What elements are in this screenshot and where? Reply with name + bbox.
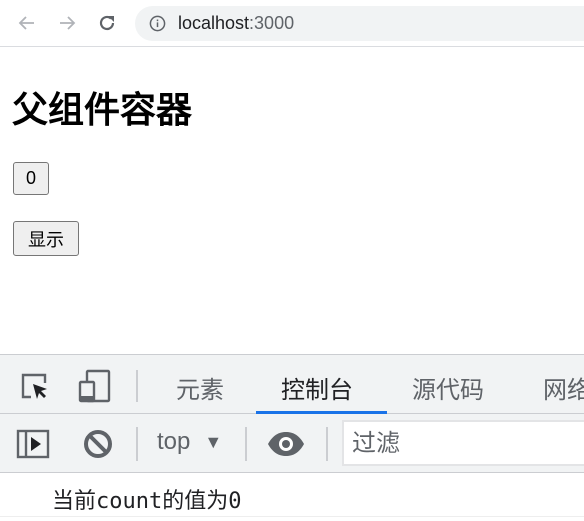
- url-port: :3000: [249, 13, 295, 33]
- sidebar-play-icon: [16, 429, 50, 459]
- block-icon: [84, 430, 112, 458]
- clear-console-button[interactable]: [80, 426, 116, 462]
- arrow-right-icon: [60, 16, 76, 30]
- filter-input[interactable]: [344, 422, 584, 464]
- tab-elements[interactable]: 元素: [176, 370, 224, 405]
- reload-button[interactable]: [94, 10, 120, 36]
- live-expression-button[interactable]: [266, 426, 306, 462]
- back-button[interactable]: [14, 10, 40, 36]
- context-value: top: [157, 428, 191, 455]
- console-toolbar: top ▼: [0, 414, 584, 473]
- reload-icon: [99, 15, 115, 31]
- count-button[interactable]: 0: [13, 162, 49, 195]
- tab-console[interactable]: 控制台: [281, 370, 353, 405]
- address-bar[interactable]: localhost:3000: [135, 6, 584, 41]
- divider: [136, 427, 138, 461]
- console-output: 当前count的值为0: [0, 474, 584, 521]
- devtools-panel: 元素 控制台 源代码 网络 top ▼ 当前count的值为0: [0, 354, 584, 521]
- divider: [136, 370, 138, 402]
- info-icon[interactable]: [149, 15, 166, 32]
- url-text: localhost:3000: [178, 13, 294, 34]
- context-selector[interactable]: top ▼: [157, 428, 222, 456]
- browser-toolbar: localhost:3000: [0, 0, 584, 47]
- tab-sources[interactable]: 源代码: [412, 370, 484, 405]
- console-divider: [0, 516, 584, 517]
- arrow-left-icon: [18, 16, 34, 30]
- devtools-tab-bar: 元素 控制台 源代码 网络: [0, 354, 584, 414]
- tab-network[interactable]: 网络: [543, 370, 584, 405]
- eye-icon: [268, 432, 304, 456]
- divider: [326, 427, 328, 461]
- divider: [245, 427, 247, 461]
- device-icon: [78, 369, 111, 403]
- page-heading: 父组件容器: [12, 90, 193, 131]
- url-host: localhost: [178, 13, 250, 33]
- show-sidebar-button[interactable]: [15, 426, 51, 462]
- inspect-element-button[interactable]: [18, 369, 52, 403]
- forward-button[interactable]: [54, 10, 80, 36]
- filter-field[interactable]: [342, 420, 584, 466]
- inspect-cursor-icon: [21, 373, 47, 399]
- dropdown-triangle-icon: ▼: [204, 431, 223, 452]
- console-message: 当前count的值为0: [52, 489, 242, 514]
- show-button[interactable]: 显示: [13, 221, 79, 256]
- page-content: 父组件容器 0 显示: [0, 48, 584, 354]
- device-toolbar-button[interactable]: [76, 367, 114, 405]
